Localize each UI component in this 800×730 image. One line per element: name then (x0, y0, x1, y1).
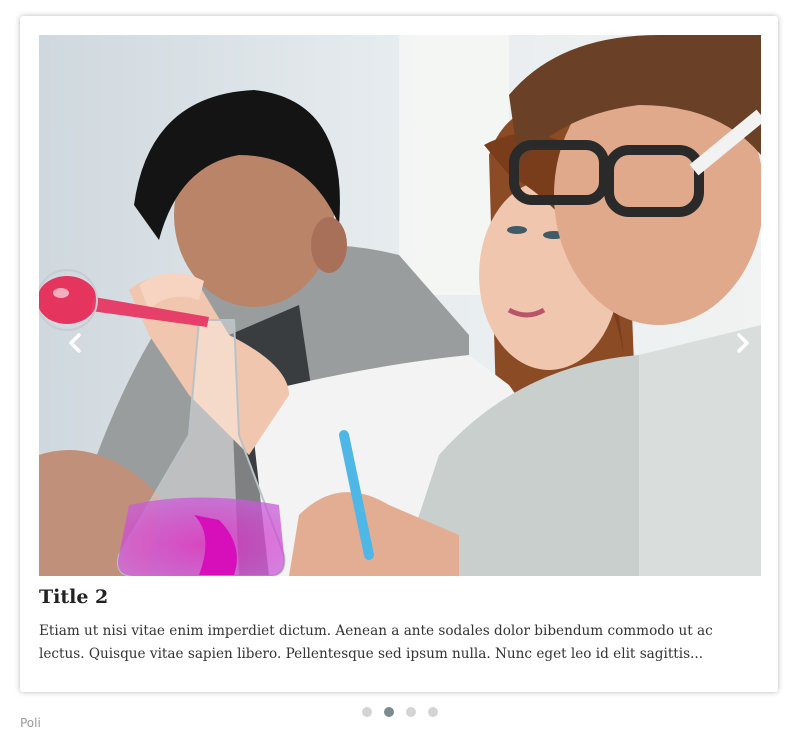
slide-image (39, 35, 761, 576)
slide-description: Etiam ut nisi vitae enim imperdiet dictu… (39, 623, 713, 662)
pagination-dot-2[interactable] (384, 707, 394, 717)
slider-pagination (362, 707, 438, 717)
next-slide-button[interactable] (728, 328, 758, 358)
lab-photo (39, 35, 761, 576)
partial-text-below: Poli (20, 716, 41, 730)
slide-title: Title 2 (39, 586, 109, 608)
pagination-dot-4[interactable] (428, 707, 438, 717)
pagination-dot-1[interactable] (362, 707, 372, 717)
slider-card: Title 2 Etiam ut nisi vitae enim imperdi… (20, 16, 778, 692)
chevron-left-icon (69, 333, 81, 353)
pagination-dot-3[interactable] (406, 707, 416, 717)
chevron-right-icon (737, 333, 749, 353)
prev-slide-button[interactable] (60, 328, 90, 358)
